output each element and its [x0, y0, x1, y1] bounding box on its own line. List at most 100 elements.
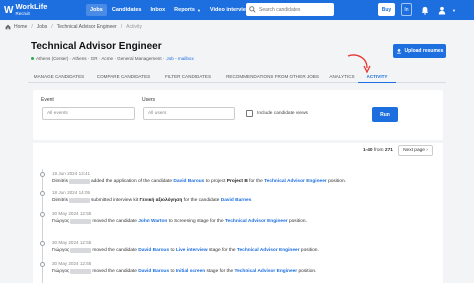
user-icon[interactable]: [437, 5, 447, 15]
nav-inbox[interactable]: Inbox: [147, 4, 170, 16]
redacted-name: [70, 248, 92, 253]
nav-jobs[interactable]: Jobs: [86, 4, 107, 16]
entry-text: Γιώργος moved the candidate David Barous …: [52, 248, 319, 253]
job-location: Athens (Center) · Athens · GR · Acme · G…: [36, 56, 165, 61]
nav-candidates[interactable]: Candidates: [108, 4, 146, 16]
users-select[interactable]: All users: [143, 107, 235, 120]
job-subtitle: Athens (Center) · Athens · GR · Acme · G…: [31, 56, 194, 61]
main-nav: Jobs Candidates Inbox Reports ▼ Video int…: [86, 4, 258, 16]
brand-name: WorkLife: [15, 1, 48, 11]
pagination-info: 1-40 from 271: [363, 148, 393, 153]
entry-text-part: submitted interview kit: [91, 198, 140, 203]
entry-text-part: position.: [287, 219, 307, 224]
users-label: Users: [142, 97, 156, 103]
entry-link[interactable]: David Barous: [173, 179, 204, 184]
entry-text-part: to: [169, 248, 176, 253]
breadcrumb: Home / Jobs / Technical Advisor Engineer…: [5, 24, 142, 30]
entry-timestamp: 30 May 2024 12:55: [52, 240, 92, 245]
status-dot: [31, 57, 34, 60]
entry-user: Dimitris: [52, 198, 68, 203]
redacted-name: [70, 269, 92, 274]
entry-link[interactable]: Technical Advisor Engineer: [264, 179, 327, 184]
tab-recommendations[interactable]: RECOMMENDATIONS FROM OTHER JOBS: [219, 70, 326, 83]
entry-link[interactable]: John Warton: [138, 219, 167, 224]
entry-text-part: stage for the: [207, 248, 237, 253]
redacted-name: [69, 198, 90, 203]
language-button[interactable]: In: [401, 3, 412, 16]
search-input[interactable]: [259, 6, 333, 13]
entry-link[interactable]: David Barous: [138, 269, 169, 274]
timeline-dot: [40, 262, 45, 267]
tab-manage-candidates[interactable]: MANAGE CANDIDATES: [28, 70, 90, 83]
tab-compare-candidates[interactable]: COMPARE CANDIDATES: [90, 70, 157, 83]
include-views-checkbox[interactable]: [246, 110, 253, 117]
bell-icon[interactable]: [420, 5, 430, 15]
entry-link[interactable]: Initial screen: [176, 269, 205, 274]
entry-text-part: moved the candidate: [92, 219, 139, 224]
event-select[interactable]: All events: [42, 107, 135, 120]
entry-link[interactable]: David Barnes: [221, 198, 252, 203]
entry-user: Dimitris: [52, 179, 68, 184]
entry-link[interactable]: Technical Advisor Engineer: [235, 269, 298, 274]
brand-sub: Recruit: [15, 10, 30, 16]
entry-text: Dimitris submitted interview kit Γενική α…: [52, 198, 251, 203]
breadcrumb-job[interactable]: Technical Advisor Engineer: [57, 24, 117, 30]
buy-button[interactable]: Buy: [378, 3, 395, 16]
entry-text-part: to project: [204, 179, 227, 184]
entry-link[interactable]: Live interview: [176, 248, 208, 253]
entry-text-part: position.: [297, 269, 317, 274]
entry-timestamp: 19 Jun 2024 13:41: [52, 171, 91, 176]
entry-user: Γιώργος: [52, 219, 70, 224]
entry-text: Γιώργος moved the candidate John Warton t…: [52, 219, 307, 224]
search-icon: [249, 6, 256, 13]
annotation-arrow-icon: [347, 54, 371, 74]
job-tabs: MANAGE CANDIDATES COMPARE CANDIDATES FIL…: [28, 70, 446, 83]
entry-text: Dimitris added the application of the can…: [52, 179, 346, 184]
entry-text-part: stage for the: [205, 269, 235, 274]
next-page-button[interactable]: Next page ›: [398, 145, 433, 156]
top-navbar: W WorkLife Recruit Jobs Candidates Inbox…: [0, 0, 474, 20]
entry-link[interactable]: Technical Advisor Engineer: [237, 248, 300, 253]
timeline-dot: [40, 191, 45, 196]
chevron-down-icon[interactable]: ▼: [449, 5, 459, 15]
breadcrumb-current: Activity: [126, 24, 142, 30]
mailbox-link[interactable]: Job - mailbox: [166, 56, 193, 61]
entry-text-part: position.: [326, 179, 346, 184]
run-button[interactable]: Run: [372, 107, 398, 122]
timeline-dot: [40, 172, 45, 177]
redacted-name: [69, 179, 90, 184]
worklife-logo-icon: W: [4, 4, 14, 16]
entry-text-part: for the candidate: [182, 198, 221, 203]
entry-link[interactable]: Technical Advisor Engineer: [225, 219, 288, 224]
chevron-right-icon: ›: [426, 148, 428, 153]
redacted-name: [70, 219, 92, 224]
entry-text-part: moved the candidate: [92, 269, 139, 274]
entry-link[interactable]: David Barous: [138, 248, 169, 253]
breadcrumb-home[interactable]: Home: [14, 24, 27, 30]
upload-resumes-button[interactable]: Upload resumes: [393, 44, 446, 58]
entry-text-part: to Screening stage for the: [167, 219, 225, 224]
chevron-down-icon: ▼: [196, 7, 201, 13]
include-views-label: Include candidate views: [257, 111, 308, 116]
entry-user: Γιώργος: [52, 248, 70, 253]
entry-text-part: moved the candidate: [92, 248, 139, 253]
tab-filter-candidates[interactable]: FILTER CANDIDATES: [157, 70, 219, 83]
event-label: Event: [41, 97, 54, 103]
home-icon[interactable]: [5, 24, 11, 30]
entry-timestamp: 30 May 2024 12:55: [52, 261, 92, 266]
entry-text-part: Γενική αξιολόγηση: [139, 198, 183, 203]
breadcrumb-jobs[interactable]: Jobs: [37, 24, 48, 30]
entry-text-part: for the: [247, 179, 265, 184]
search-box[interactable]: [246, 3, 334, 16]
timeline-dot: [40, 241, 45, 246]
entry-text-part: added the application of the candidate: [91, 179, 174, 184]
entry-timestamp: 18 Jun 2024 14:05: [52, 190, 91, 195]
brand-logo[interactable]: W WorkLife Recruit: [4, 1, 76, 17]
activity-timeline: 1-40 from 271 Next page › 19 Jun 2024 13…: [33, 143, 443, 283]
entry-text-part: Project B: [226, 179, 248, 184]
entry-text-part: to: [169, 269, 176, 274]
entry-user: Γιώργος: [52, 269, 70, 274]
nav-reports[interactable]: Reports ▼: [170, 4, 205, 16]
entry-text: Γιώργος moved the candidate David Barous …: [52, 269, 316, 274]
filter-panel: Event All events Users All users Include…: [33, 90, 443, 140]
